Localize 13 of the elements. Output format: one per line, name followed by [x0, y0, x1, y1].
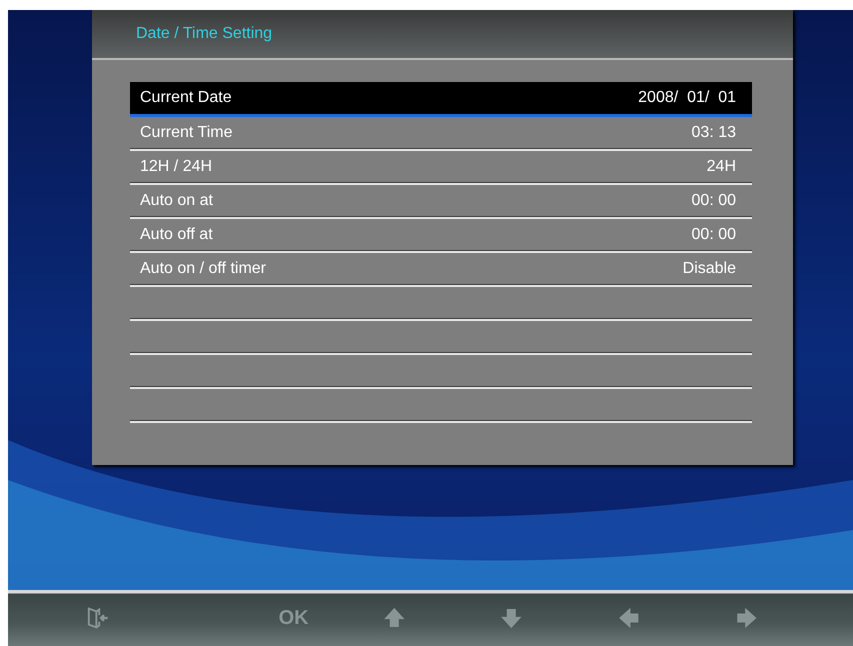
panel-title: Date / Time Setting — [136, 25, 272, 43]
arrow-down-icon[interactable] — [500, 606, 523, 630]
setting-row[interactable]: Auto on / off timer Disable — [130, 253, 752, 287]
arrow-up-icon[interactable] — [382, 606, 406, 630]
setting-row[interactable]: Auto on at 00: 00 — [130, 185, 752, 219]
arrow-right-icon[interactable] — [735, 606, 758, 630]
setting-row[interactable]: Current Time 03: 13 — [130, 117, 752, 151]
ok-button[interactable]: OK — [278, 606, 309, 630]
setting-row[interactable]: Current Date 2008/ 01/ 01 — [130, 82, 752, 117]
arrow-left-icon[interactable] — [618, 606, 640, 630]
setting-row[interactable]: 12H / 24H 24H — [130, 151, 752, 185]
setting-row[interactable]: Auto off at 00: 00 — [130, 219, 752, 253]
exit-icon[interactable] — [86, 606, 109, 630]
